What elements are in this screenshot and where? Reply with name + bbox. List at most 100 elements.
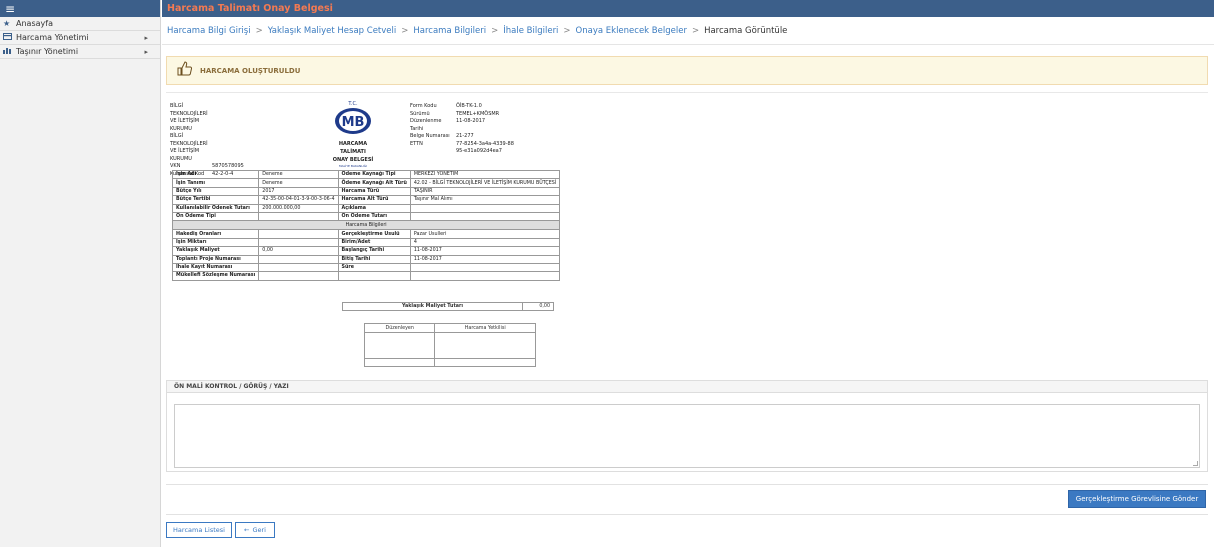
- back-button[interactable]: ← Geri: [235, 522, 275, 538]
- header-row: Form Kodu ÖİB-TK-1.0: [410, 103, 516, 111]
- sidebar-item-harcama-yonetimi[interactable]: Harcama Yönetimi ▸: [0, 31, 160, 45]
- arrow-left-icon: ←: [244, 526, 250, 534]
- header-row: Düzenlenme Tarihi 11-08-2017: [410, 118, 516, 133]
- main-content: Harcama Talimatı Onay Belgesi Harcama Bi…: [162, 0, 1214, 547]
- breadcrumb-link[interactable]: Harcama Bilgileri: [413, 26, 486, 36]
- table-label: Ön Ödeme Tipi: [171, 211, 260, 222]
- header-key: BİLGİ TEKNOLOJİLERİ VE İLETİŞİM KURUMU: [170, 103, 208, 132]
- bar-chart-icon: [3, 47, 13, 56]
- table-value: MERKEZİ YÖNETİM: [409, 169, 561, 180]
- table-label: Toplantı Proje Numarası: [171, 254, 260, 264]
- header-value: 77-8254-3a4a-4339-8895-e31a092d4ea7: [456, 140, 514, 155]
- signature-cell: [434, 358, 536, 367]
- breadcrumb-items: Harcama Bilgi Girişi > Yaklaşık Maliyet He…: [167, 26, 687, 36]
- table-row: Toplantı Proje Numarası Bitiş Tarihi 11-08…: [171, 254, 561, 264]
- document-left-header: BİLGİ TEKNOLOJİLERİ VE İLETİŞİM KURUMU Bİ…: [170, 103, 244, 178]
- sidebar: ≡ ★ Anasayfa Harcama Yönetimi ▸ Taşınır …: [0, 0, 161, 547]
- breadcrumb-link[interactable]: Onaya Eklenecek Belgeler: [576, 26, 687, 36]
- sidebar-item-tasinir-yonetimi[interactable]: Taşınır Yönetimi ▸: [0, 45, 160, 59]
- star-icon: ★: [3, 19, 11, 28]
- table-value: [258, 237, 339, 248]
- table-row: Bütçe Tertibi 42-35-00-04-01-3-9-00-3-06-…: [171, 195, 561, 205]
- table-label: Mükellefi Sözleşme Numarası: [171, 271, 260, 281]
- sidebar-item-label: Taşınır Yönetimi: [16, 47, 79, 56]
- breadcrumb-separator: >: [691, 25, 700, 36]
- table-value: [258, 262, 339, 273]
- table-value: [258, 229, 339, 239]
- table-value: 4: [409, 237, 561, 248]
- table-label: Harcama Alt Türü: [337, 195, 411, 205]
- table-value: Deneme: [258, 169, 339, 180]
- resize-grip-icon[interactable]: [1193, 461, 1198, 466]
- table-label: Kullanılabilir Ödenek Tutarı: [171, 203, 260, 213]
- signature-cell: [434, 332, 536, 359]
- table-value: 42-35-00-04-01-3-9-00-3-06-4: [258, 195, 339, 205]
- header-value: TEMEL+KMÖSMR: [456, 110, 500, 117]
- table-value: 2017: [258, 186, 339, 197]
- table-value: Pazar Usulleri: [409, 229, 561, 239]
- breadcrumb-separator: >: [401, 25, 409, 36]
- breadcrumb: Harcama Bilgi Girişi > Yaklaşık Maliyet He…: [162, 17, 1214, 45]
- logo-caption-1: HARCAMA TALİMATI: [338, 141, 368, 155]
- hamburger-menu-icon[interactable]: ≡: [5, 3, 15, 15]
- signature-cell: [363, 332, 436, 359]
- table-label: Bitiş Tarihi: [337, 254, 411, 264]
- expense-list-button[interactable]: Harcama Listesi: [166, 522, 232, 538]
- document-right-header: Form Kodu ÖİB-TK-1.0 Sürümü TEMEL+KMÖSMR Düz…: [410, 103, 516, 156]
- header-row: Sürümü TEMEL+KMÖSMR: [410, 111, 516, 119]
- comment-textarea[interactable]: [174, 404, 1200, 468]
- header-key: BİLGİ TEKNOLOJİLERİ VE İLETİŞİM KURUMU: [170, 133, 208, 162]
- total-row: Yaklaşık Maliyet Tutarı 0,00: [342, 302, 554, 311]
- table-value: [258, 211, 339, 222]
- header-row: ETTN 77-8254-3a4a-4339-8895-e31a092d4ea7: [410, 141, 516, 156]
- chevron-right-icon: ▸: [144, 47, 148, 56]
- table-row: İhale Kayıt Numarası Süre: [171, 262, 561, 273]
- header-value: 21-277: [456, 133, 474, 139]
- expense-list-label: Harcama Listesi: [173, 526, 225, 534]
- table-value: 11-08-2017: [409, 246, 561, 256]
- table-label: Açıklama: [337, 203, 411, 213]
- breadcrumb-link[interactable]: İhale Bilgileri: [503, 26, 558, 36]
- table-row: Bütçe Yılı 2017 Harcama Türü TAŞINIR: [171, 186, 561, 197]
- header-key: ETTN: [410, 140, 423, 147]
- table-row: Kullanılabilir Ödenek Tutarı 200.000.000,…: [171, 203, 561, 213]
- table-label: Birim/Adet: [337, 237, 411, 248]
- chevron-right-icon: ▸: [144, 33, 148, 42]
- total-value: 0,00: [539, 304, 550, 309]
- table-label: Bütçe Tertibi: [171, 195, 260, 205]
- sidebar-topbar: ≡: [0, 0, 160, 17]
- logo-ring-text: MALİYE BAKANLIĞI: [339, 164, 367, 168]
- table-row: Yaklaşık Maliyet 0,00 Başlangıç Tarihi 11-0…: [171, 246, 561, 256]
- table-value: [409, 203, 561, 213]
- table-label: Süre: [337, 262, 411, 273]
- table-label: İşin Miktarı: [171, 237, 260, 248]
- table-row: İşin Miktarı Birim/Adet 4: [171, 237, 561, 248]
- logo-block: T.C. MB HARCAMA TALİMATI ONAY BELGESİ MA…: [328, 101, 378, 168]
- ministry-logo: MB: [335, 108, 371, 134]
- signature-table: Düzenleyen Harcama Yetkilisi: [363, 323, 536, 367]
- header-row: BİLGİ TEKNOLOJİLERİ VE İLETİŞİM KURUMU: [170, 133, 244, 163]
- card-icon: [3, 33, 13, 42]
- info-table: İşin Adı Deneme Ödeme Kaynağı Tipi MERKEZİ …: [171, 169, 561, 281]
- table-label: İşin Adı: [171, 169, 260, 180]
- header-key: Form Kodu: [410, 103, 437, 109]
- section-header: Harcama Bilgileri: [171, 220, 561, 231]
- table-value: [409, 211, 561, 222]
- table-label: Hakediş Oranları: [171, 229, 260, 239]
- breadcrumb-separator: >: [255, 25, 263, 36]
- table-value: [258, 271, 339, 281]
- table-row: İşin Tanımı Deneme Ödeme Kaynağı Alt Türü 4…: [171, 178, 561, 188]
- table-label: Ön Ödeme Tutarı: [337, 211, 411, 222]
- breadcrumb-link[interactable]: Harcama Bilgi Girişi: [167, 26, 251, 36]
- sidebar-item-anasayfa[interactable]: ★ Anasayfa: [0, 17, 160, 31]
- breadcrumb-link[interactable]: Yaklaşık Maliyet Hesap Cetveli: [268, 26, 397, 36]
- back-label: Geri: [252, 526, 266, 534]
- comment-panel: ÖN MALİ KONTROL / GÖRÜŞ / YAZI: [166, 380, 1208, 472]
- breadcrumb-current: Harcama Görüntüle: [704, 25, 788, 36]
- table-value: TAŞINIR: [409, 186, 561, 197]
- table-label: Harcama Türü: [337, 186, 411, 197]
- header-key: Belge Numarası: [410, 133, 450, 139]
- table-row: Hakediş Oranları Gerçekleştirme Usulü Paza…: [171, 229, 561, 239]
- sidebar-item-label: Harcama Yönetimi: [16, 33, 89, 42]
- send-to-officer-button[interactable]: Gerçekleştirme Görevlisine Gönder: [1068, 490, 1206, 508]
